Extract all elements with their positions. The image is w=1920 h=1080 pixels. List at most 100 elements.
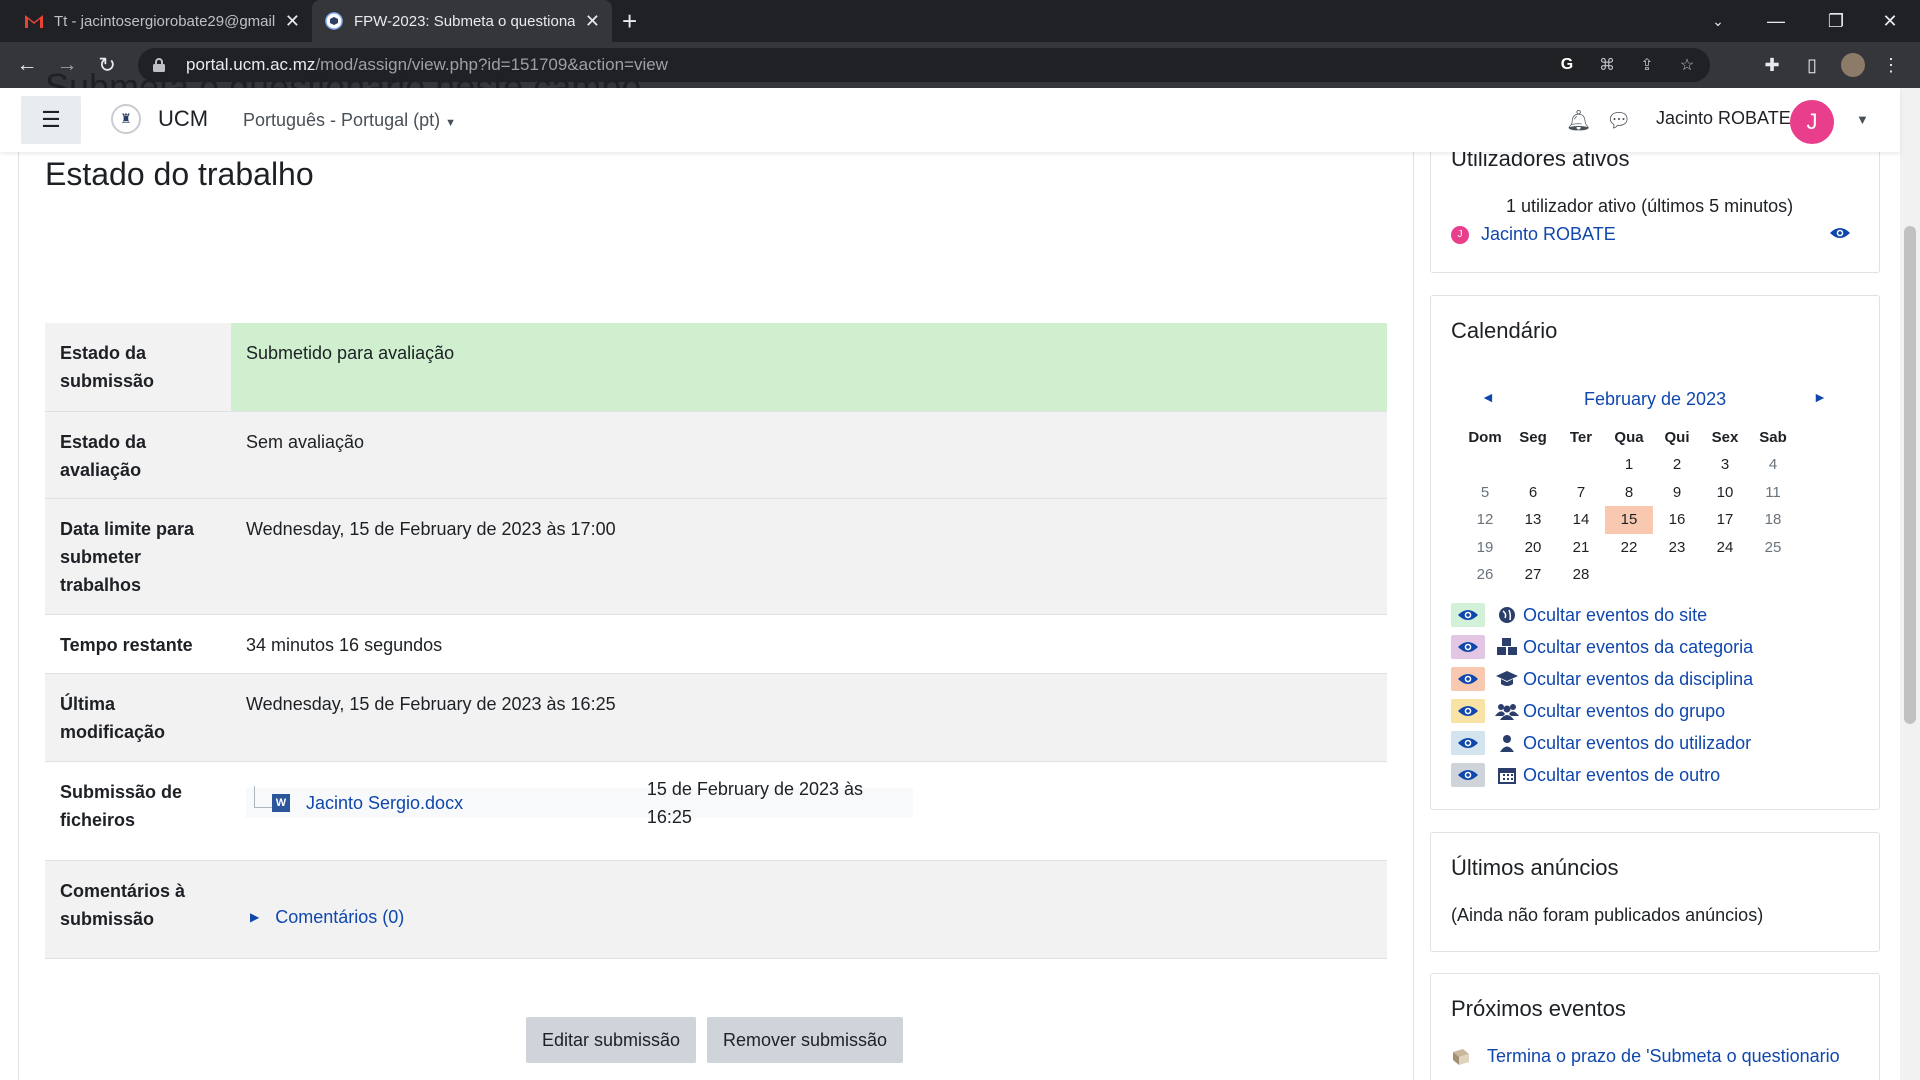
row-label: Submissão de ficheiros [60, 781, 183, 830]
legend-label[interactable]: Ocultar eventos de outro [1523, 765, 1720, 786]
calendar-day-today[interactable]: 15 [1605, 506, 1653, 534]
new-tab-icon[interactable]: + [622, 6, 637, 36]
gmail-icon [24, 11, 44, 31]
google-icon[interactable]: G [1554, 52, 1580, 78]
browser-menu-icon[interactable]: ⋮ [1876, 51, 1906, 79]
calendar-day[interactable]: 5 [1461, 479, 1509, 507]
comments-link[interactable]: Comentários (0) [275, 903, 404, 931]
calendar-day[interactable]: 16 [1653, 506, 1701, 534]
calendar-day[interactable]: 23 [1653, 534, 1701, 562]
scrollbar-thumb[interactable] [1904, 226, 1916, 724]
calendar-day[interactable]: 18 [1749, 506, 1797, 534]
extensions-icon[interactable]: ✚ [1757, 51, 1787, 79]
close-tab-icon[interactable]: ✕ [585, 11, 600, 32]
legend-label[interactable]: Ocultar eventos do grupo [1523, 701, 1725, 722]
browser-tab-assignment[interactable]: FPW-2023: Submeta o questionario ✕ [312, 0, 612, 42]
user-avatar[interactable]: J [1790, 100, 1834, 144]
calendar-legend-item[interactable]: Ocultar eventos do site [1451, 603, 1707, 627]
calendar-day[interactable]: 12 [1461, 506, 1509, 534]
browser-tab-gmail[interactable]: Tt - jacintosergiorobate29@gmail ✕ [12, 0, 312, 42]
legend-label[interactable]: Ocultar eventos do site [1523, 605, 1707, 626]
calendar-legend-item[interactable]: Ocultar eventos de outro [1451, 763, 1720, 787]
upcoming-event-item[interactable]: Termina o prazo de 'Submeta o questionar… [1451, 1046, 1840, 1067]
users-icon [1495, 699, 1519, 723]
legend-label[interactable]: Ocultar eventos da disciplina [1523, 669, 1753, 690]
language-menu[interactable]: Português - Portugal (pt) ▼ [243, 110, 456, 131]
calendar-day[interactable]: 7 [1557, 479, 1605, 507]
eye-icon[interactable] [1451, 603, 1485, 627]
calendar-day[interactable]: 24 [1701, 534, 1749, 562]
close-window-icon[interactable]: ✕ [1860, 0, 1920, 42]
eye-icon[interactable] [1451, 635, 1485, 659]
calendar-day[interactable]: 1 [1605, 451, 1653, 479]
translate-icon[interactable]: ⌘ [1594, 52, 1620, 78]
cubes-icon [1495, 635, 1519, 659]
bookmark-star-icon[interactable]: ☆ [1674, 52, 1700, 78]
upcoming-event-link[interactable]: Termina o prazo de 'Submeta o questionar… [1487, 1046, 1840, 1067]
comments-toggle[interactable]: ▶ Comentários (0) [246, 903, 1372, 931]
calendar-day[interactable]: 9 [1653, 479, 1701, 507]
weekday-header: Ter [1569, 429, 1593, 446]
file-entry: W Jacinto Sergio.docx 15 de February de … [246, 779, 913, 827]
legend-label[interactable]: Ocultar eventos do utilizador [1523, 733, 1751, 754]
calendar-day[interactable]: 4 [1749, 451, 1797, 479]
calendar-day[interactable]: 28 [1557, 561, 1605, 589]
profile-avatar-icon[interactable] [1838, 51, 1868, 79]
site-name[interactable]: UCM [158, 106, 208, 132]
submission-status-value: Submetido para avaliação [231, 323, 1387, 411]
site-logo[interactable]: ♜ [111, 104, 141, 134]
restore-icon[interactable]: ❐ [1806, 0, 1866, 42]
active-user-name[interactable]: Jacinto ROBATE [1481, 224, 1616, 245]
user-menu-caret-icon[interactable]: ▼ [1856, 112, 1869, 127]
calendar-legend-item[interactable]: Ocultar eventos da categoria [1451, 635, 1753, 659]
user-menu-name[interactable]: Jacinto ROBATE [1656, 108, 1791, 129]
side-panel-icon[interactable]: ▯ [1797, 51, 1827, 79]
eye-icon[interactable] [1451, 667, 1485, 691]
eye-icon[interactable] [1451, 699, 1485, 723]
close-tab-icon[interactable]: ✕ [285, 11, 300, 32]
calendar-day[interactable]: 3 [1701, 451, 1749, 479]
calendar-month-link[interactable]: February de 2023 [1584, 389, 1726, 410]
calendar-day[interactable]: 8 [1605, 479, 1653, 507]
remove-submission-button[interactable]: Remover submissão [707, 1017, 904, 1063]
active-users-summary: 1 utilizador ativo (últimos 5 minutos) [1506, 196, 1794, 216]
calendar-day[interactable]: 27 [1509, 561, 1557, 589]
notifications-bell-icon[interactable]: 🔔︎ [1566, 108, 1591, 133]
next-month-icon[interactable]: ► [1813, 389, 1827, 405]
calendar-day[interactable]: 19 [1461, 534, 1509, 562]
calendar-day[interactable]: 14 [1557, 506, 1605, 534]
drawer-toggle-button[interactable]: ☰ [21, 96, 81, 144]
avatar: J [1451, 225, 1469, 244]
calendar-legend-item[interactable]: Ocultar eventos do utilizador [1451, 731, 1751, 755]
prev-month-icon[interactable]: ◄ [1481, 389, 1495, 405]
submission-status-table: Estado da submissão Submetido para avali… [45, 323, 1387, 959]
eye-icon[interactable] [1451, 763, 1485, 787]
calendar-day[interactable]: 17 [1701, 506, 1749, 534]
eye-icon[interactable] [1829, 226, 1851, 245]
calendar-day[interactable]: 2 [1653, 451, 1701, 479]
calendar-day[interactable]: 21 [1557, 534, 1605, 562]
page-scrollbar[interactable] [1900, 88, 1920, 1080]
file-link[interactable]: Jacinto Sergio.docx [306, 789, 647, 817]
tab-search-icon[interactable]: ⌄ [1688, 0, 1748, 42]
share-icon[interactable]: ⇪ [1634, 52, 1660, 78]
back-icon[interactable]: ← [13, 51, 41, 79]
legend-label[interactable]: Ocultar eventos da categoria [1523, 637, 1753, 658]
calendar-day[interactable]: 22 [1605, 534, 1653, 562]
active-user-link[interactable]: J Jacinto ROBATE [1451, 224, 1616, 245]
eye-icon[interactable] [1451, 731, 1485, 755]
calendar-day[interactable]: 10 [1701, 479, 1749, 507]
minimize-icon[interactable]: — [1746, 0, 1806, 42]
edit-submission-button[interactable]: Editar submissão [526, 1017, 697, 1063]
calendar-week: 12 13 14 15 16 17 18 [1461, 506, 1797, 534]
calendar-day[interactable]: 6 [1509, 479, 1557, 507]
calendar-day[interactable]: 26 [1461, 561, 1509, 589]
calendar-day[interactable]: 25 [1749, 534, 1797, 562]
calendar-legend-item[interactable]: Ocultar eventos da disciplina [1451, 667, 1753, 691]
upcoming-events-block: Próximos eventos Termina o prazo de 'Sub… [1430, 973, 1880, 1080]
calendar-day[interactable]: 20 [1509, 534, 1557, 562]
calendar-day[interactable]: 11 [1749, 479, 1797, 507]
calendar-legend-item[interactable]: Ocultar eventos do grupo [1451, 699, 1725, 723]
calendar-day[interactable]: 13 [1509, 506, 1557, 534]
messages-icon[interactable]: 💬︎ [1606, 108, 1631, 133]
